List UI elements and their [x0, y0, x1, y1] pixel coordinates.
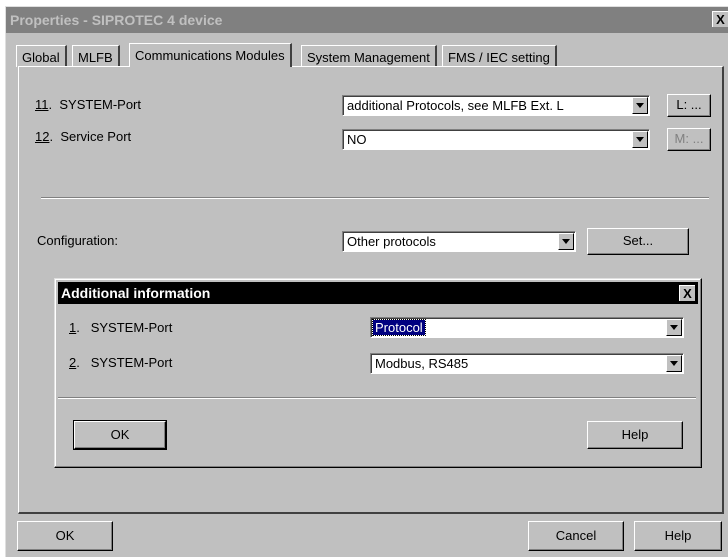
- chevron-down-icon[interactable]: [632, 97, 648, 114]
- tab-mlfb[interactable]: MLFB: [72, 45, 120, 67]
- configuration-label: Configuration:: [37, 233, 118, 248]
- system-port-value: additional Protocols, see MLFB Ext. L: [347, 98, 564, 113]
- window-title: Properties - SIPROTEC 4 device: [10, 12, 223, 28]
- system-port-select[interactable]: additional Protocols, see MLFB Ext. L: [342, 95, 650, 116]
- additional-information-dialog: Additional information X 1. SYSTEM-Port …: [54, 278, 702, 468]
- chevron-down-icon[interactable]: [632, 131, 648, 148]
- service-port-button[interactable]: M: ...: [667, 128, 711, 151]
- chevron-down-icon[interactable]: [558, 233, 574, 250]
- ok-button[interactable]: OK: [17, 521, 113, 551]
- sub-system-port-1-value: Protocol: [372, 319, 426, 336]
- configuration-value: Other protocols: [347, 234, 436, 249]
- help-button[interactable]: Help: [634, 521, 722, 551]
- set-button[interactable]: Set...: [587, 228, 689, 255]
- system-port-label: 11. SYSTEM-Port: [35, 97, 141, 112]
- sub-system-port-2-value: Modbus, RS485: [375, 356, 469, 371]
- tab-communications-modules[interactable]: Communications Modules: [129, 43, 292, 67]
- system-port-button[interactable]: L: ...: [667, 94, 711, 117]
- sub-dialog-title: Additional information: [61, 285, 211, 301]
- service-port-label: 12. Service Port: [35, 129, 132, 144]
- cancel-button[interactable]: Cancel: [528, 521, 624, 551]
- title-bar[interactable]: Properties - SIPROTEC 4 device X: [6, 7, 728, 33]
- tab-global[interactable]: Global: [16, 45, 67, 67]
- sub-help-button[interactable]: Help: [587, 421, 683, 449]
- chevron-down-icon[interactable]: [666, 319, 682, 336]
- tab-system-management[interactable]: System Management: [301, 45, 437, 67]
- sub-system-port-2-select[interactable]: Modbus, RS485: [370, 353, 684, 374]
- service-port-value: NO: [347, 132, 367, 147]
- service-port-select[interactable]: NO: [342, 129, 650, 150]
- tab-fms-iec-setting[interactable]: FMS / IEC setting: [442, 45, 557, 67]
- configuration-select[interactable]: Other protocols: [342, 231, 576, 252]
- sub-system-port-2-label: 2. SYSTEM-Port: [69, 355, 173, 370]
- properties-dialog: Properties - SIPROTEC 4 device X Global …: [5, 6, 728, 557]
- close-icon[interactable]: X: [712, 11, 728, 27]
- chevron-down-icon[interactable]: [666, 355, 682, 372]
- sub-system-port-1-select[interactable]: Protocol: [370, 317, 684, 338]
- sub-system-port-1-label: 1. SYSTEM-Port: [69, 320, 173, 335]
- sub-ok-button[interactable]: OK: [73, 420, 167, 450]
- sub-title-bar[interactable]: Additional information X: [58, 282, 698, 304]
- separator: [41, 197, 709, 199]
- close-icon[interactable]: X: [679, 285, 695, 301]
- sub-separator: [58, 397, 696, 399]
